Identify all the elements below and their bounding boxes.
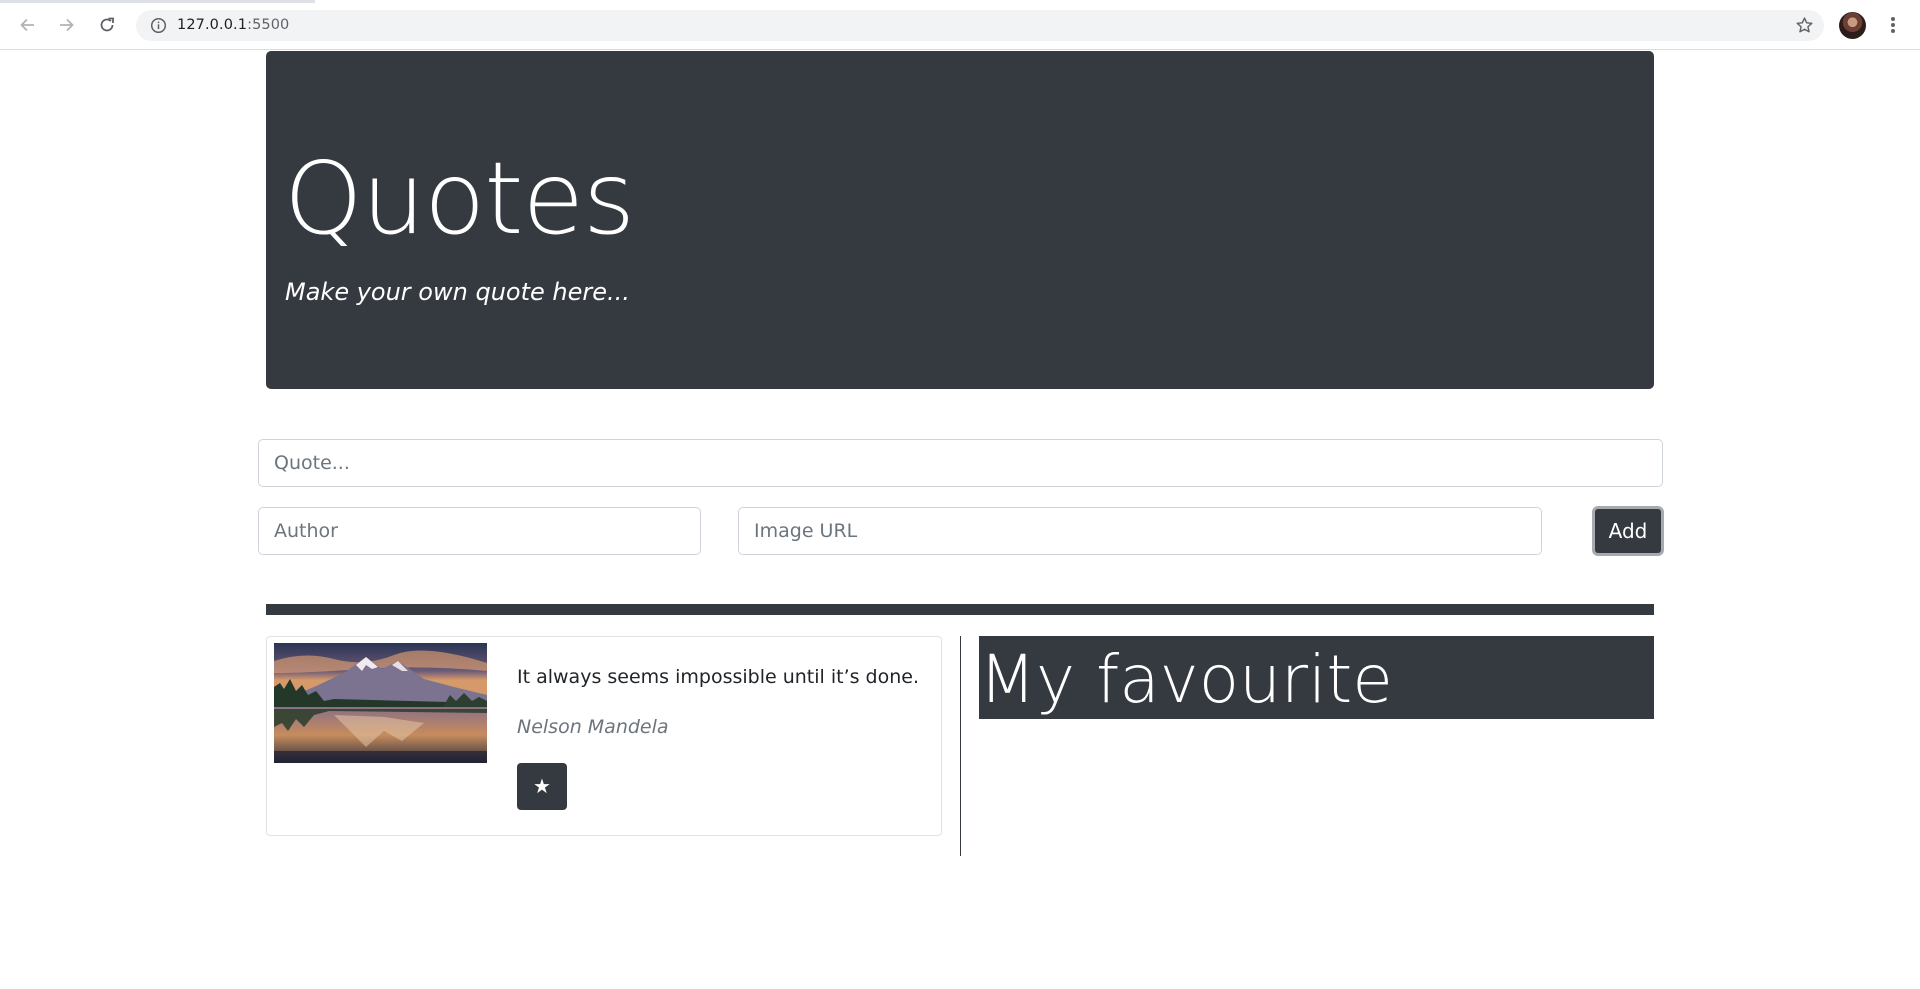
page-title: Quotes	[284, 140, 635, 257]
page-subtitle: Make your own quote here...	[285, 278, 630, 306]
section-divider	[266, 604, 1654, 615]
forward-button[interactable]	[53, 11, 81, 39]
profile-avatar[interactable]	[1839, 12, 1866, 39]
image-url-input[interactable]	[738, 507, 1542, 555]
url-text[interactable]: 127.0.0.1:5500	[177, 17, 289, 34]
favourites-heading-box: My favourite	[979, 636, 1654, 719]
add-button[interactable]: Add	[1592, 506, 1664, 556]
mountain-lake-image	[274, 643, 487, 763]
kebab-menu-icon[interactable]	[1883, 14, 1903, 36]
favourite-star-button[interactable]: ★	[517, 763, 567, 810]
author-input[interactable]	[258, 507, 701, 555]
tab-strip	[0, 0, 315, 3]
jumbotron-header: Quotes Make your own quote here...	[266, 51, 1654, 389]
favourites-heading: My favourite	[979, 641, 1393, 718]
reload-icon	[100, 17, 114, 32]
info-icon[interactable]	[150, 17, 167, 34]
quote-image	[274, 643, 487, 763]
quote-input[interactable]	[258, 439, 1663, 487]
quote-text: It always seems impossible until it’s do…	[517, 666, 920, 688]
address-bar[interactable]: 127.0.0.1:5500	[136, 10, 1824, 41]
reload-button[interactable]	[93, 11, 121, 39]
url-port: :5500	[247, 17, 290, 33]
quote-card: It always seems impossible until it’s do…	[266, 636, 942, 836]
arrow-right-icon	[60, 18, 74, 32]
bookmark-star-icon[interactable]	[1795, 16, 1814, 35]
arrow-left-icon	[20, 18, 34, 32]
column-divider	[960, 636, 961, 856]
quote-author: Nelson Mandela	[517, 716, 669, 738]
browser-toolbar: 127.0.0.1:5500	[0, 0, 1920, 50]
url-host: 127.0.0.1	[177, 17, 248, 33]
back-button[interactable]	[13, 11, 41, 39]
